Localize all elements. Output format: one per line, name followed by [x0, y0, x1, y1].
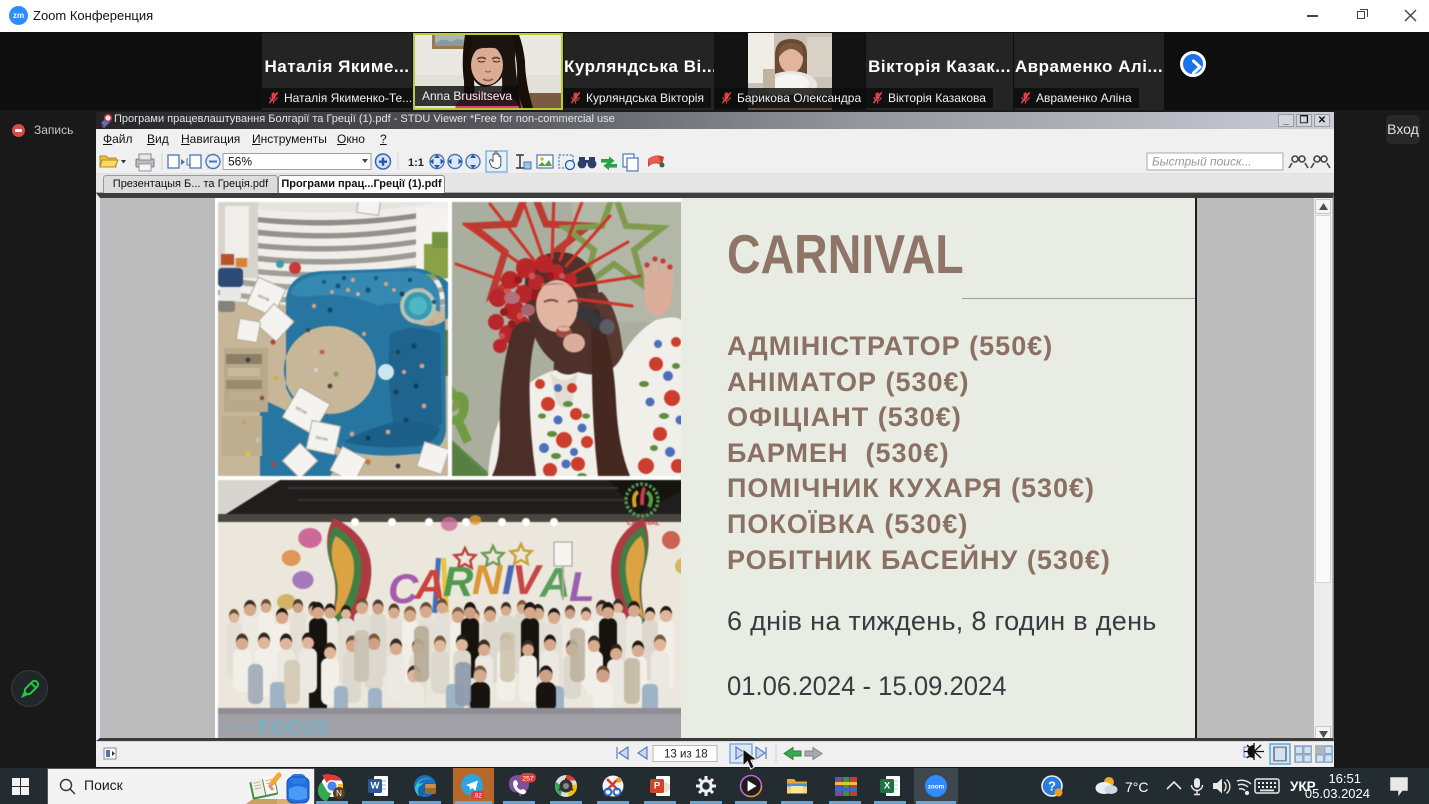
svg-text:.92: .92 [473, 792, 482, 799]
svg-text:L: L [569, 563, 595, 610]
svg-text:56%: 56% [228, 155, 252, 169]
svg-text:FOCUS: FOCUS [258, 718, 330, 739]
svg-text:13 из 18: 13 из 18 [664, 749, 708, 761]
svg-text:257: 257 [522, 775, 534, 782]
svg-text:7°C: 7°C [1125, 779, 1149, 795]
svg-text:05.03.2024: 05.03.2024 [1305, 786, 1370, 801]
svg-text:P: P [654, 781, 661, 792]
svg-text:W: W [371, 781, 380, 792]
svg-text:R: R [443, 558, 474, 605]
svg-text:V: V [512, 556, 543, 603]
svg-text:Быстрый поиск...: Быстрый поиск... [1152, 155, 1252, 169]
svg-text:16:51: 16:51 [1328, 771, 1361, 786]
svg-text:PicsArt: PicsArt [230, 723, 256, 732]
svg-text:zoom: zoom [928, 783, 945, 790]
svg-text:X: X [884, 781, 891, 792]
svg-text:N: N [336, 789, 342, 798]
svg-text:N: N [472, 556, 504, 603]
svg-text:1:1: 1:1 [408, 157, 424, 169]
